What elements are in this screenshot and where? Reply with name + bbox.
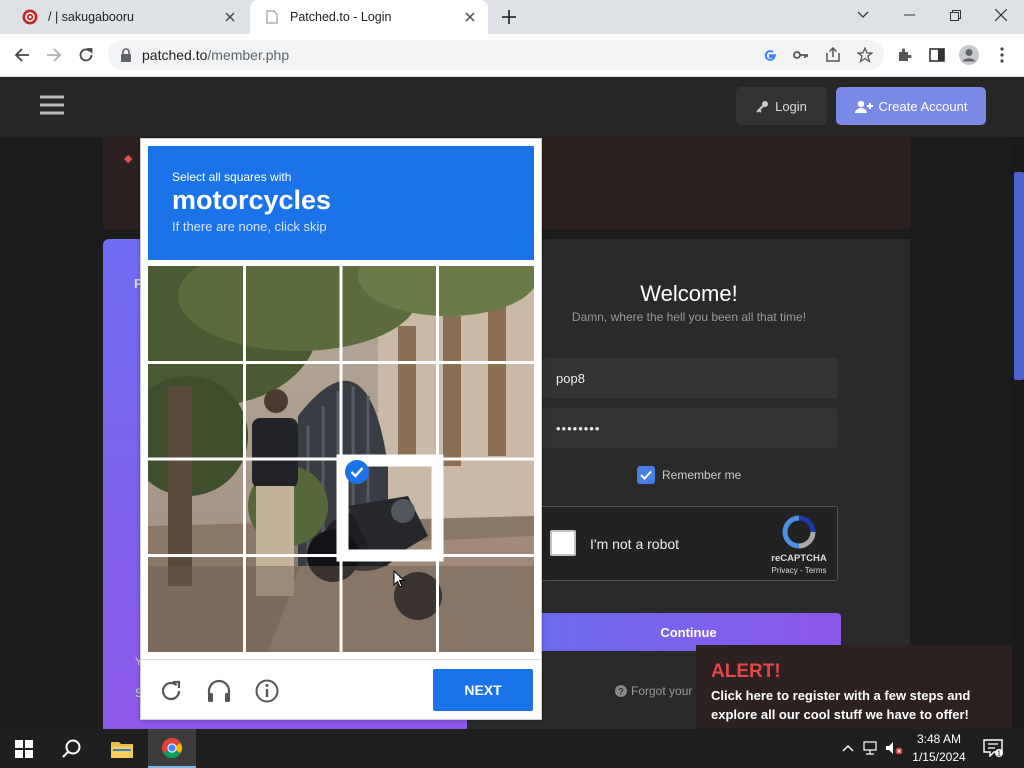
forgot-label: Forgot your — [631, 684, 693, 698]
plus-icon — [502, 10, 516, 24]
reload-icon — [161, 680, 181, 701]
tab-patched-login[interactable]: Patched.to - Login — [250, 0, 488, 34]
tab-title: / | sakugabooru — [48, 10, 134, 24]
restore-button[interactable] — [932, 0, 978, 30]
chrome-taskbar-button[interactable] — [148, 729, 196, 768]
more-menu-icon[interactable] — [991, 44, 1013, 66]
key-icon[interactable] — [790, 44, 812, 66]
remember-me-label[interactable]: Remember me — [662, 468, 741, 482]
challenge-footer-divider — [141, 659, 541, 660]
reload-challenge-button[interactable] — [158, 678, 184, 704]
restore-icon — [949, 9, 961, 21]
svg-text:1: 1 — [997, 751, 1001, 758]
back-button[interactable] — [8, 41, 36, 69]
next-button[interactable]: NEXT — [433, 669, 533, 711]
url-text[interactable]: patched.to/member.php — [142, 47, 289, 63]
volume-muted-icon[interactable] — [884, 738, 904, 758]
close-window-button[interactable] — [978, 0, 1024, 30]
folder-icon — [111, 741, 133, 758]
recaptcha-terms-links[interactable]: Privacy - Terms — [760, 566, 838, 575]
close-tab-icon[interactable] — [218, 5, 242, 29]
search-icon — [62, 739, 81, 758]
alert-body[interactable]: Click here to register with a few steps … — [711, 686, 1001, 724]
minimize-button[interactable] — [886, 0, 932, 30]
taskbar-clock-time[interactable]: 3:48 AM — [905, 732, 973, 746]
network-icon[interactable] — [861, 738, 881, 758]
mouse-cursor-icon — [393, 570, 405, 588]
taskbar-clock-date[interactable]: 1/15/2024 — [905, 750, 973, 764]
close-tab-icon[interactable] — [458, 5, 482, 29]
user-plus-icon — [854, 100, 873, 113]
tray-overflow-chevron-up-icon[interactable] — [838, 738, 858, 758]
notifications-icon[interactable]: 1 — [982, 737, 1004, 759]
create-account-button[interactable]: Create Account — [836, 87, 986, 125]
close-icon — [995, 9, 1007, 21]
file-explorer-button[interactable] — [98, 729, 146, 768]
sakugabooru-favicon-icon — [22, 9, 38, 25]
hamburger-menu-icon[interactable] — [40, 95, 64, 115]
recaptcha-checkbox[interactable] — [550, 530, 576, 556]
arrow-right-icon — [47, 48, 62, 62]
side-panel-icon[interactable] — [926, 44, 948, 66]
login-button[interactable]: Login — [736, 87, 827, 125]
info-icon — [255, 679, 279, 703]
recaptcha-label: I'm not a robot — [590, 536, 680, 552]
alert-title: ALERT! — [711, 661, 781, 682]
share-icon[interactable] — [822, 44, 844, 66]
audio-headphones-icon — [207, 679, 231, 702]
street-scene-image — [148, 266, 534, 652]
remember-me-checkbox[interactable] — [637, 466, 655, 484]
challenge-target-object: motorcycles — [172, 185, 332, 215]
arrow-left-icon — [14, 48, 29, 62]
challenge-hint: If there are none, click skip — [172, 219, 327, 234]
bookmark-star-icon[interactable] — [854, 44, 876, 66]
checkmark-icon — [640, 470, 652, 480]
tab-search-button[interactable] — [840, 0, 886, 30]
notice-diamond-icon: ◆ — [124, 153, 133, 165]
google-icon[interactable] — [759, 44, 781, 66]
login-label: Login — [775, 98, 807, 114]
audio-challenge-button[interactable] — [206, 678, 232, 704]
lock-icon[interactable] — [120, 48, 132, 62]
taskbar-search-button[interactable] — [48, 729, 96, 768]
svg-text:?: ? — [618, 687, 624, 697]
forgot-password-link[interactable]: ? Forgot your — [615, 684, 692, 698]
profile-avatar-icon[interactable] — [958, 44, 980, 66]
windows-logo-icon — [15, 739, 33, 758]
password-field[interactable]: •••••••• — [540, 408, 838, 448]
reload-button[interactable] — [72, 41, 100, 69]
new-tab-button[interactable] — [496, 4, 522, 30]
page-favicon-icon — [264, 9, 280, 25]
challenge-info-button[interactable] — [254, 678, 280, 704]
recaptcha-logo-icon — [782, 515, 816, 549]
chrome-icon — [161, 737, 183, 758]
chevron-down-icon — [857, 11, 869, 18]
minimize-icon — [903, 14, 915, 16]
url-host: patched.to — [142, 47, 208, 63]
start-button[interactable] — [0, 729, 48, 768]
extensions-puzzle-icon[interactable] — [894, 44, 916, 66]
scrollbar-thumb[interactable] — [1014, 172, 1024, 380]
question-circle-icon: ? — [615, 685, 627, 697]
tile-selected-checkmark-icon — [345, 460, 369, 484]
create-account-label: Create Account — [878, 98, 968, 114]
forward-button[interactable] — [40, 41, 68, 69]
url-path: /member.php — [207, 47, 290, 63]
challenge-image-grid — [148, 266, 534, 652]
reload-icon — [79, 48, 93, 62]
recaptcha-brand: reCAPTCHA — [771, 553, 827, 564]
tab-title: Patched.to - Login — [290, 10, 392, 24]
username-field[interactable]: pop8 — [540, 358, 838, 398]
tab-sakugabooru[interactable]: / | sakugabooru — [8, 0, 248, 34]
challenge-instruction: Select all squares with — [172, 170, 292, 184]
key-icon — [756, 100, 769, 113]
